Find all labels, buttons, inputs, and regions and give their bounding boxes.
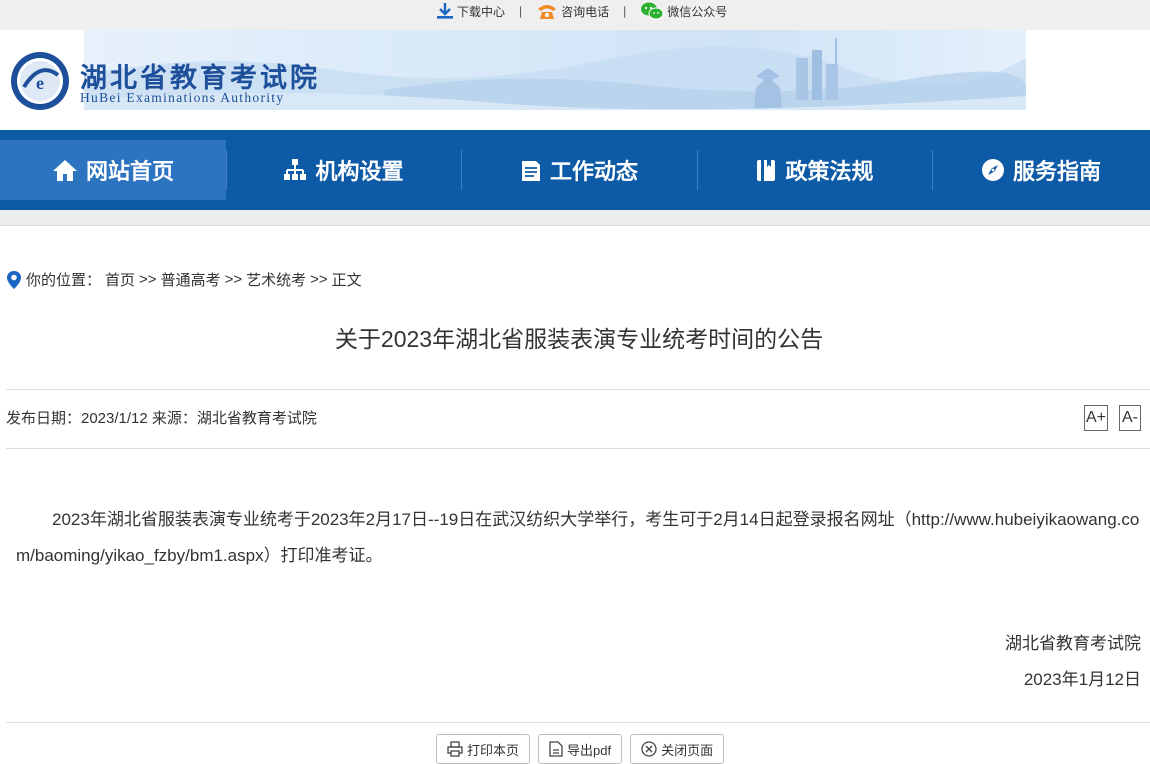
breadcrumb-gaokao[interactable]: 普通高考: [161, 269, 221, 290]
nav-label: 服务指南: [1012, 159, 1101, 184]
book-icon: [757, 160, 776, 181]
article-title: 关于2023年湖北省服装表演专业统考时间的公告: [334, 326, 824, 352]
article-actions: 打印本页 导出pdf 关闭页面: [436, 734, 725, 764]
divider: [6, 389, 1150, 390]
article-body: 2023年湖北省服装表演专业统考于2023年2月17日--19日在武汉纺织大学举…: [16, 510, 1140, 565]
breadcrumb-separator: >>: [310, 271, 328, 288]
font-increase-button[interactable]: A+: [1084, 405, 1108, 431]
close-page-label: 关闭页面: [661, 742, 714, 758]
nav-label: 政策法规: [785, 159, 874, 184]
close-page-button[interactable]: 关闭页面: [630, 734, 725, 764]
close-icon: [641, 741, 657, 757]
font-decrease-button[interactable]: A-: [1119, 405, 1141, 431]
signature-date: 2023年1月12日: [1023, 670, 1141, 689]
wechat-label: 微信公众号: [667, 4, 728, 19]
download-icon: [437, 3, 453, 19]
compass-icon: [981, 159, 1004, 181]
consult-phone-label: 咨询电话: [561, 4, 610, 19]
divider: [6, 722, 1150, 723]
logo-seal-icon: e: [11, 52, 69, 110]
document-icon: [521, 161, 540, 181]
print-page-label: 打印本页: [467, 742, 520, 758]
breadcrumb-current: 正文: [331, 272, 362, 289]
printer-icon: [447, 741, 463, 757]
article-meta: 发布日期：2023/1/12 来源：湖北省教育考试院: [6, 410, 317, 427]
breadcrumb-home[interactable]: 首页: [105, 269, 135, 290]
consult-phone-link[interactable]: 咨询电话: [536, 2, 609, 20]
breadcrumb-separator: >>: [139, 271, 157, 288]
divider: [6, 448, 1150, 449]
site-header: e 湖北省教育考试院 HuBei Examinations Authority: [0, 30, 1150, 130]
export-pdf-label: 导出pdf: [567, 742, 612, 758]
main-nav: 网站首页 机构设置 工作动态 政策法规 服务指南: [0, 130, 1150, 210]
home-icon: [52, 160, 77, 181]
nav-label: 网站首页: [85, 159, 174, 184]
signature-org: 湖北省教育考试院: [1005, 634, 1141, 653]
top-separator: |: [623, 4, 627, 18]
pdf-file-icon: [549, 741, 563, 757]
location-pin-icon: [7, 270, 21, 289]
wechat-link[interactable]: 微信公众号: [640, 1, 727, 21]
download-center-link[interactable]: 下载中心: [436, 2, 505, 20]
print-page-button[interactable]: 打印本页: [436, 734, 531, 764]
svg-text:e: e: [36, 73, 44, 93]
wechat-icon: [641, 2, 664, 20]
nav-label: 工作动态: [549, 159, 638, 184]
breadcrumb: 你的位置： 首页 >> 普通高考 >> 艺术统考 >> 正文: [6, 269, 362, 290]
export-pdf-button[interactable]: 导出pdf: [538, 734, 623, 764]
breadcrumb-prefix: 你的位置：: [26, 272, 102, 289]
download-center-label: 下载中心: [457, 4, 506, 19]
org-chart-icon: [284, 159, 307, 180]
breadcrumb-separator: >>: [224, 271, 243, 288]
nav-item-service-guide[interactable]: 服务指南: [932, 140, 1150, 200]
top-links: 下载中心 | 咨询电话 | 微信公众号: [436, 0, 727, 22]
top-utility-bar: 下载中心 | 咨询电话 | 微信公众号: [0, 0, 1150, 30]
breadcrumb-art-exam[interactable]: 艺术统考: [246, 269, 306, 290]
phone-icon: [538, 5, 557, 19]
nav-item-work-news[interactable]: 工作动态: [461, 140, 697, 200]
nav-item-organization[interactable]: 机构设置: [226, 140, 461, 200]
nav-item-home[interactable]: 网站首页: [0, 140, 226, 200]
site-name-en: HuBei Examinations Authority: [80, 90, 285, 105]
top-separator: |: [519, 4, 523, 18]
nav-label: 机构设置: [315, 159, 404, 184]
nav-sub-bar: [0, 210, 1150, 226]
nav-item-policy[interactable]: 政策法规: [697, 140, 932, 200]
